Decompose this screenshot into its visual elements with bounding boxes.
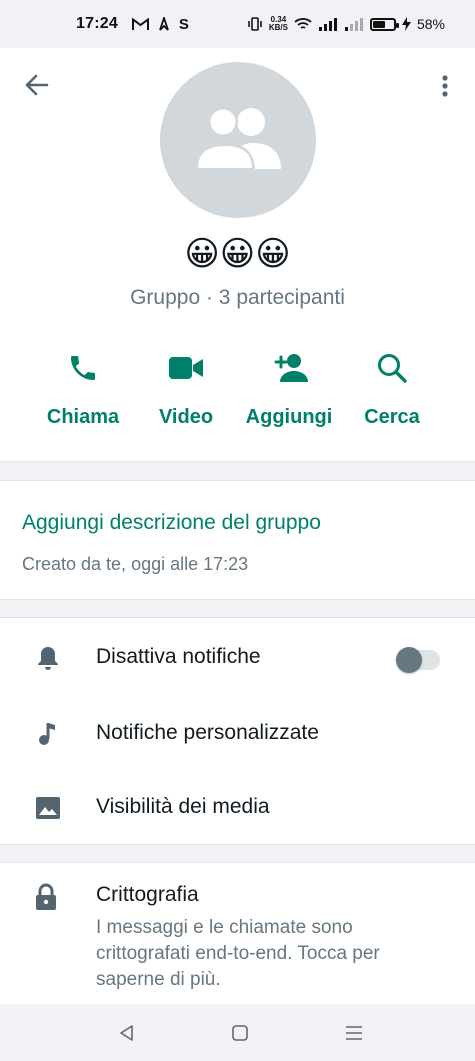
created-info: Creato da te, oggi alle 17:23 (22, 554, 249, 574)
add-participant-button[interactable]: Aggiungi (239, 344, 339, 444)
navigation-icon (159, 16, 169, 31)
square-home-icon (232, 1025, 248, 1041)
mute-notifications-row[interactable]: Disattiva notifiche (0, 620, 475, 692)
media-visibility-label: Visibilità dei media (96, 795, 270, 818)
group-info-header: 😀😀😀 Gruppo · 3 partecipanti Chiama Video… (0, 48, 475, 462)
group-name[interactable]: 😀😀😀 (0, 232, 475, 276)
menu-recents-icon (346, 1026, 362, 1040)
arrow-left-icon (25, 74, 49, 96)
group-subtitle: Gruppo · 3 partecipanti (130, 286, 345, 309)
triangle-back-icon (120, 1025, 133, 1041)
network-speed: 0.34 KB/S (269, 16, 288, 32)
nav-back-button[interactable] (112, 1018, 142, 1048)
video-label: Video (158, 406, 214, 428)
battery-icon (369, 17, 399, 31)
custom-notifications-row[interactable]: Notifiche personalizzate (0, 696, 475, 768)
search-button[interactable]: Cerca (342, 344, 442, 444)
call-label: Chiama (46, 406, 120, 428)
add-person-icon (274, 354, 308, 382)
mute-notifications-toggle[interactable] (396, 647, 440, 673)
gmail-icon (131, 17, 149, 30)
encryption-title: Crittografia (96, 883, 199, 906)
group-avatar[interactable] (160, 62, 316, 218)
image-icon (36, 797, 60, 819)
encryption-section[interactable]: Crittografia I messaggi e le chiamate so… (0, 862, 475, 1004)
encryption-description: I messaggi e le chiamate sono crittograf… (96, 917, 380, 990)
call-button[interactable]: Chiama (33, 344, 133, 444)
s-app-icon: S (178, 15, 189, 33)
add-participant-label: Aggiungi (245, 406, 333, 428)
nav-recents-button[interactable] (339, 1018, 369, 1048)
action-buttons: Chiama Video Aggiungi Cerca (0, 344, 475, 444)
group-icon (195, 107, 281, 171)
phone-icon (71, 356, 95, 380)
video-camera-icon (169, 357, 203, 379)
notification-icons: S (131, 15, 189, 33)
video-button[interactable]: Video (136, 344, 236, 444)
toggle-knob (396, 647, 422, 673)
battery-percent: 58% (416, 16, 445, 32)
custom-notifications-label: Notifiche personalizzate (96, 721, 319, 744)
search-icon (378, 354, 407, 383)
notification-settings: Disattiva notifiche Notifiche personaliz… (0, 617, 475, 845)
battery-fill (372, 20, 385, 28)
more-options-button[interactable] (430, 72, 460, 102)
mute-notifications-label: Disattiva notifiche (96, 645, 261, 668)
description-section: Aggiungi descrizione del gruppo Creato d… (0, 480, 475, 600)
search-label: Cerca (364, 406, 420, 428)
wifi-icon (294, 18, 312, 29)
back-button[interactable] (22, 70, 52, 100)
signal-icon (318, 18, 337, 31)
music-note-icon (39, 723, 55, 745)
lock-icon (36, 883, 56, 910)
network-speed-unit: KB/S (268, 23, 288, 32)
status-time: 17:24 (76, 15, 118, 32)
media-visibility-row[interactable]: Visibilità dei media (0, 770, 475, 842)
signal-2-icon (344, 18, 363, 31)
vibrate-icon (248, 17, 262, 31)
system-navigation-bar (0, 1004, 475, 1061)
add-description-link[interactable]: Aggiungi descrizione del gruppo (22, 511, 321, 535)
charging-icon (401, 17, 411, 31)
nav-home-button[interactable] (225, 1018, 255, 1048)
status-bar: 17:24 S 0.34 KB/S 58% (0, 0, 475, 48)
system-icons: 0.34 KB/S 58% (247, 16, 445, 32)
bell-icon (38, 647, 58, 670)
more-vertical-icon (442, 75, 448, 97)
